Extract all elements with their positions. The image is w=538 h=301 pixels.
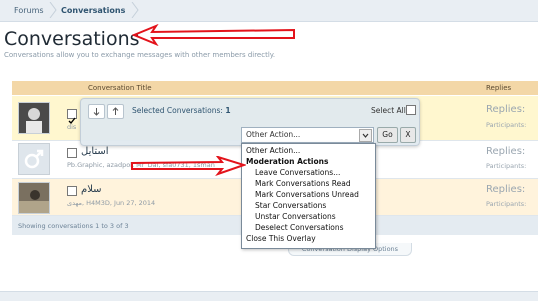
participants-label: Participants: (486, 162, 527, 170)
action-select[interactable]: Other Action... (241, 127, 374, 143)
selected-conversations: Selected Conversations: 1 (132, 106, 231, 115)
user-photo-icon (26, 108, 42, 133)
menu-item-close-overlay[interactable]: Close This Overlay (246, 234, 316, 244)
conversation-title-link[interactable]: سلام (81, 184, 102, 195)
prev-selection-button[interactable] (88, 104, 105, 119)
conversation-title-link[interactable]: استایل (81, 146, 109, 157)
menu-item-mark-read[interactable]: Mark Conversations Read (255, 179, 351, 189)
replies-label: Replies: (486, 146, 526, 157)
arrow-up-icon (112, 107, 119, 115)
page-description: Conversations allow you to exchange mess… (4, 51, 276, 59)
replies-label: Replies: (486, 104, 526, 115)
menu-item-leave[interactable]: Leave Conversations... (255, 168, 340, 178)
avatar[interactable] (18, 143, 50, 175)
breadcrumb-separator-icon (49, 2, 57, 18)
breadcrumb-separator-icon (131, 2, 139, 18)
annotation-arrow-icon (131, 156, 246, 176)
row-meta: مهدی, H4M3D, Jun 27, 2014 (67, 199, 156, 207)
user-photo-icon (19, 190, 49, 213)
go-button[interactable]: Go (377, 127, 398, 143)
replies-label: Replies: (486, 184, 526, 195)
arrow-down-icon (93, 108, 100, 116)
close-overlay-button[interactable]: X (400, 127, 416, 143)
menu-item-deselect[interactable]: Deselect Conversations (255, 223, 344, 233)
column-header-title[interactable]: Conversation Title (88, 81, 152, 95)
row-checkbox[interactable] (67, 186, 77, 196)
male-symbol-icon (24, 149, 44, 169)
row-meta: dis (67, 123, 77, 131)
breadcrumb-conversations[interactable]: Conversations (61, 0, 125, 21)
selected-label: Selected Conversations: (132, 106, 223, 115)
participants-label: Participants: (486, 121, 527, 129)
menu-group-moderation: Moderation Actions (246, 157, 329, 166)
annotation-arrow-icon (132, 24, 295, 46)
menu-item-unstar[interactable]: Unstar Conversations (255, 212, 336, 222)
selected-count: 1 (225, 106, 231, 115)
chevron-down-icon (359, 129, 372, 142)
participants-label: Participants: (486, 200, 527, 208)
row-checkbox[interactable] (67, 109, 77, 125)
row-checkbox[interactable] (67, 148, 77, 158)
page-title: Conversations (4, 28, 140, 50)
avatar[interactable] (18, 102, 50, 134)
menu-item-mark-unread[interactable]: Mark Conversations Unread (255, 190, 359, 200)
next-selection-button[interactable] (107, 104, 124, 119)
menu-item-other-action[interactable]: Other Action... (246, 146, 300, 156)
showing-count: Showing conversations 1 to 3 of 3 (18, 222, 129, 230)
breadcrumb-forums[interactable]: Forums (14, 0, 44, 21)
avatar[interactable] (18, 182, 50, 214)
action-select-value: Other Action... (246, 130, 301, 139)
column-header-replies[interactable]: Replies (486, 81, 511, 95)
select-all-checkbox[interactable] (406, 105, 416, 115)
menu-item-star[interactable]: Star Conversations (255, 201, 326, 211)
select-all-label: Select All (371, 106, 406, 115)
